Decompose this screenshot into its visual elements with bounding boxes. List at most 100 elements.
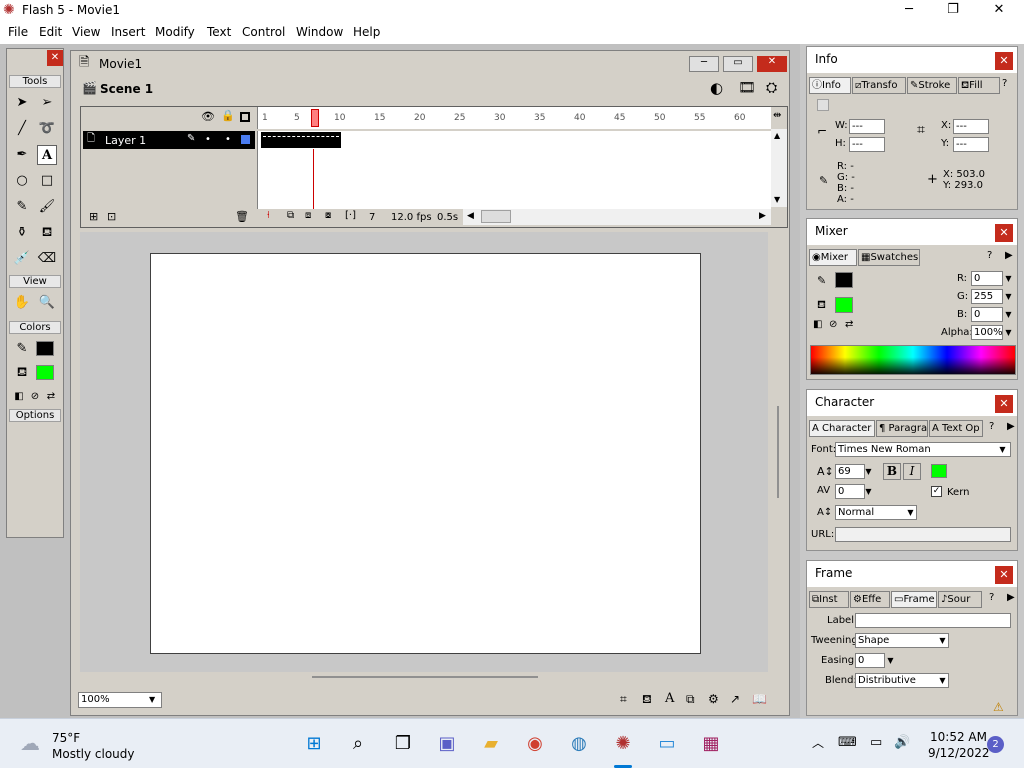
url-field[interactable] xyxy=(835,527,1011,542)
w-field[interactable]: --- xyxy=(849,119,885,134)
line-tool-icon[interactable]: ╱ xyxy=(12,119,32,139)
center-frame-icon[interactable]: ⍿ xyxy=(267,211,270,221)
text-tool-icon[interactable]: A xyxy=(37,145,57,165)
tweening-dropdown-icon[interactable]: ▼ xyxy=(937,634,948,647)
font-field[interactable]: Times New Roman xyxy=(835,442,1011,457)
y-field[interactable]: --- xyxy=(953,137,989,152)
keyboard-icon[interactable]: ⌨ xyxy=(838,736,857,749)
movie-maximize-button[interactable]: ▭ xyxy=(723,56,753,72)
tab-mixer[interactable]: ◉Mixer xyxy=(809,249,857,266)
tab-sound[interactable]: ♪Sour xyxy=(938,591,982,608)
notification-badge[interactable]: 2 xyxy=(987,736,1004,753)
mixer-fill-swatch[interactable] xyxy=(835,297,853,313)
show-frame-icon[interactable]: ⌗ xyxy=(620,693,627,705)
mixer-menu-icon[interactable]: ▶ xyxy=(1005,250,1013,261)
tracking-dropdown-icon[interactable]: ▼ xyxy=(863,485,874,498)
oval-tool-icon[interactable]: ○ xyxy=(12,171,32,191)
modify-markers-icon[interactable]: [·] xyxy=(345,211,356,221)
info-help-icon[interactable]: ? xyxy=(1002,78,1007,89)
search-icon[interactable]: ⌕ xyxy=(345,731,371,757)
clock-time[interactable]: 10:52 AM xyxy=(930,730,987,744)
tweening-select[interactable]: Shape xyxy=(855,633,949,648)
close-button[interactable]: ✕ xyxy=(984,2,1014,20)
character-menu-icon[interactable]: ▶ xyxy=(1007,421,1015,432)
file-explorer-icon[interactable]: ▰ xyxy=(478,731,504,757)
movie-close-button[interactable]: ✕ xyxy=(757,56,787,72)
dropper-tool-icon[interactable]: 💉 xyxy=(12,249,32,269)
frame-menu-icon[interactable]: ▶ xyxy=(1007,592,1015,603)
movie-explorer-icon[interactable]: ⚙ xyxy=(708,693,719,705)
bold-button[interactable]: B xyxy=(883,463,901,480)
font-size-field[interactable]: 69 xyxy=(835,464,865,479)
position-grid-icon[interactable]: ⌗ xyxy=(917,123,925,137)
easing-dropdown-icon[interactable]: ▼ xyxy=(885,654,896,667)
layer-frames[interactable] xyxy=(257,131,771,149)
text-color-swatch[interactable] xyxy=(931,464,947,478)
green-dropdown-icon[interactable]: ▼ xyxy=(1003,290,1014,303)
stage-vertical-scrollbar[interactable] xyxy=(774,236,786,668)
font-size-dropdown-icon[interactable]: ▼ xyxy=(863,465,874,478)
mixer-default-colors-icon[interactable]: ◧ xyxy=(813,320,822,330)
menu-modify[interactable]: Modify xyxy=(155,25,195,39)
chat-icon[interactable]: ▣ xyxy=(434,731,460,757)
flash-taskbar-icon[interactable]: ✺ xyxy=(610,731,636,757)
library-launcher-icon[interactable]: 📖 xyxy=(752,693,767,705)
actions-launcher-icon[interactable]: ↗ xyxy=(730,693,740,705)
volume-icon[interactable]: 🔊 xyxy=(894,736,910,749)
pen-tool-icon[interactable]: ✒ xyxy=(12,145,32,165)
onion-outline-icon[interactable]: ⧈ xyxy=(305,211,311,221)
shape-tween-span[interactable] xyxy=(261,132,341,148)
blend-dropdown-icon[interactable]: ▼ xyxy=(937,674,948,687)
menu-edit[interactable]: Edit xyxy=(39,25,62,39)
tab-swatches[interactable]: ▦Swatches xyxy=(858,249,920,266)
eye-icon[interactable]: 👁 xyxy=(201,111,215,122)
delete-layer-icon[interactable]: 🗑 xyxy=(235,211,249,222)
tracking-field[interactable]: 0 xyxy=(835,484,865,499)
character-help-icon[interactable]: ? xyxy=(989,421,994,432)
font-dropdown-icon[interactable]: ▼ xyxy=(997,443,1008,456)
hand-tool-icon[interactable]: ✋ xyxy=(12,293,32,313)
frame-close-icon[interactable]: ✕ xyxy=(995,566,1013,584)
frame-help-icon[interactable]: ? xyxy=(989,592,994,603)
show-hidden-icons-icon[interactable]: ︿ xyxy=(812,737,824,749)
edit-symbols-icon[interactable]: ◐ xyxy=(710,81,723,96)
network-icon[interactable]: ▭ xyxy=(870,736,882,749)
tab-text-options[interactable]: A Text Op xyxy=(929,420,983,437)
frame-ruler[interactable]: 1 5 10 15 20 25 30 35 40 45 50 55 60 xyxy=(257,107,771,129)
blue-dropdown-icon[interactable]: ▼ xyxy=(1003,308,1014,321)
layer-row[interactable]: 🗋 Layer 1 ✎ • • xyxy=(83,131,255,149)
weather-cloud-icon[interactable]: ☁ xyxy=(20,733,40,753)
edit-scene-icon[interactable]: 🎞 xyxy=(738,81,756,95)
layer-outline-color[interactable] xyxy=(241,135,250,144)
lasso-tool-icon[interactable]: ➰ xyxy=(37,119,57,139)
x-field[interactable]: --- xyxy=(953,119,989,134)
task-view-icon[interactable]: ❐ xyxy=(390,731,416,757)
layer-lock-dot[interactable]: • xyxy=(225,134,231,145)
swap-colors-icon[interactable]: ⇄ xyxy=(41,387,61,407)
app-window-icon[interactable]: ▭ xyxy=(654,731,680,757)
winrar-icon[interactable]: ▦ xyxy=(698,731,724,757)
add-guide-layer-icon[interactable]: ⊡ xyxy=(107,211,116,222)
menu-window[interactable]: Window xyxy=(296,25,343,39)
green-field[interactable]: 255 xyxy=(971,289,1003,304)
paint-bucket-tool-icon[interactable]: ⛾ xyxy=(37,223,57,243)
tab-instance[interactable]: ⧉Inst xyxy=(809,591,849,608)
timeline-scroll-thumb[interactable] xyxy=(481,210,511,223)
blend-select[interactable]: Distributive xyxy=(855,673,949,688)
ffdec-icon[interactable]: ◍ xyxy=(566,731,592,757)
mixer-help-icon[interactable]: ? xyxy=(987,250,992,261)
layer-visible-dot[interactable]: • xyxy=(205,134,211,145)
onion-skin-icon[interactable]: ⧉ xyxy=(287,211,294,221)
playhead[interactable] xyxy=(311,109,319,127)
lock-icon[interactable]: 🔒 xyxy=(221,110,235,121)
tab-character[interactable]: A Character xyxy=(809,420,875,437)
character-launcher-icon[interactable]: A xyxy=(665,692,674,705)
frame-label-field[interactable] xyxy=(855,613,1011,628)
mixer-no-color-icon[interactable]: ⊘ xyxy=(829,320,837,330)
zoom-tool-icon[interactable]: 🔍 xyxy=(37,293,57,313)
easing-field[interactable]: 0 xyxy=(855,653,885,668)
outline-icon[interactable] xyxy=(240,112,250,122)
fill-launcher-icon[interactable]: ⛾ xyxy=(642,693,652,705)
timeline-horizontal-scrollbar[interactable]: ◀ ▶ xyxy=(463,209,771,225)
mixer-stroke-swatch[interactable] xyxy=(835,272,853,288)
